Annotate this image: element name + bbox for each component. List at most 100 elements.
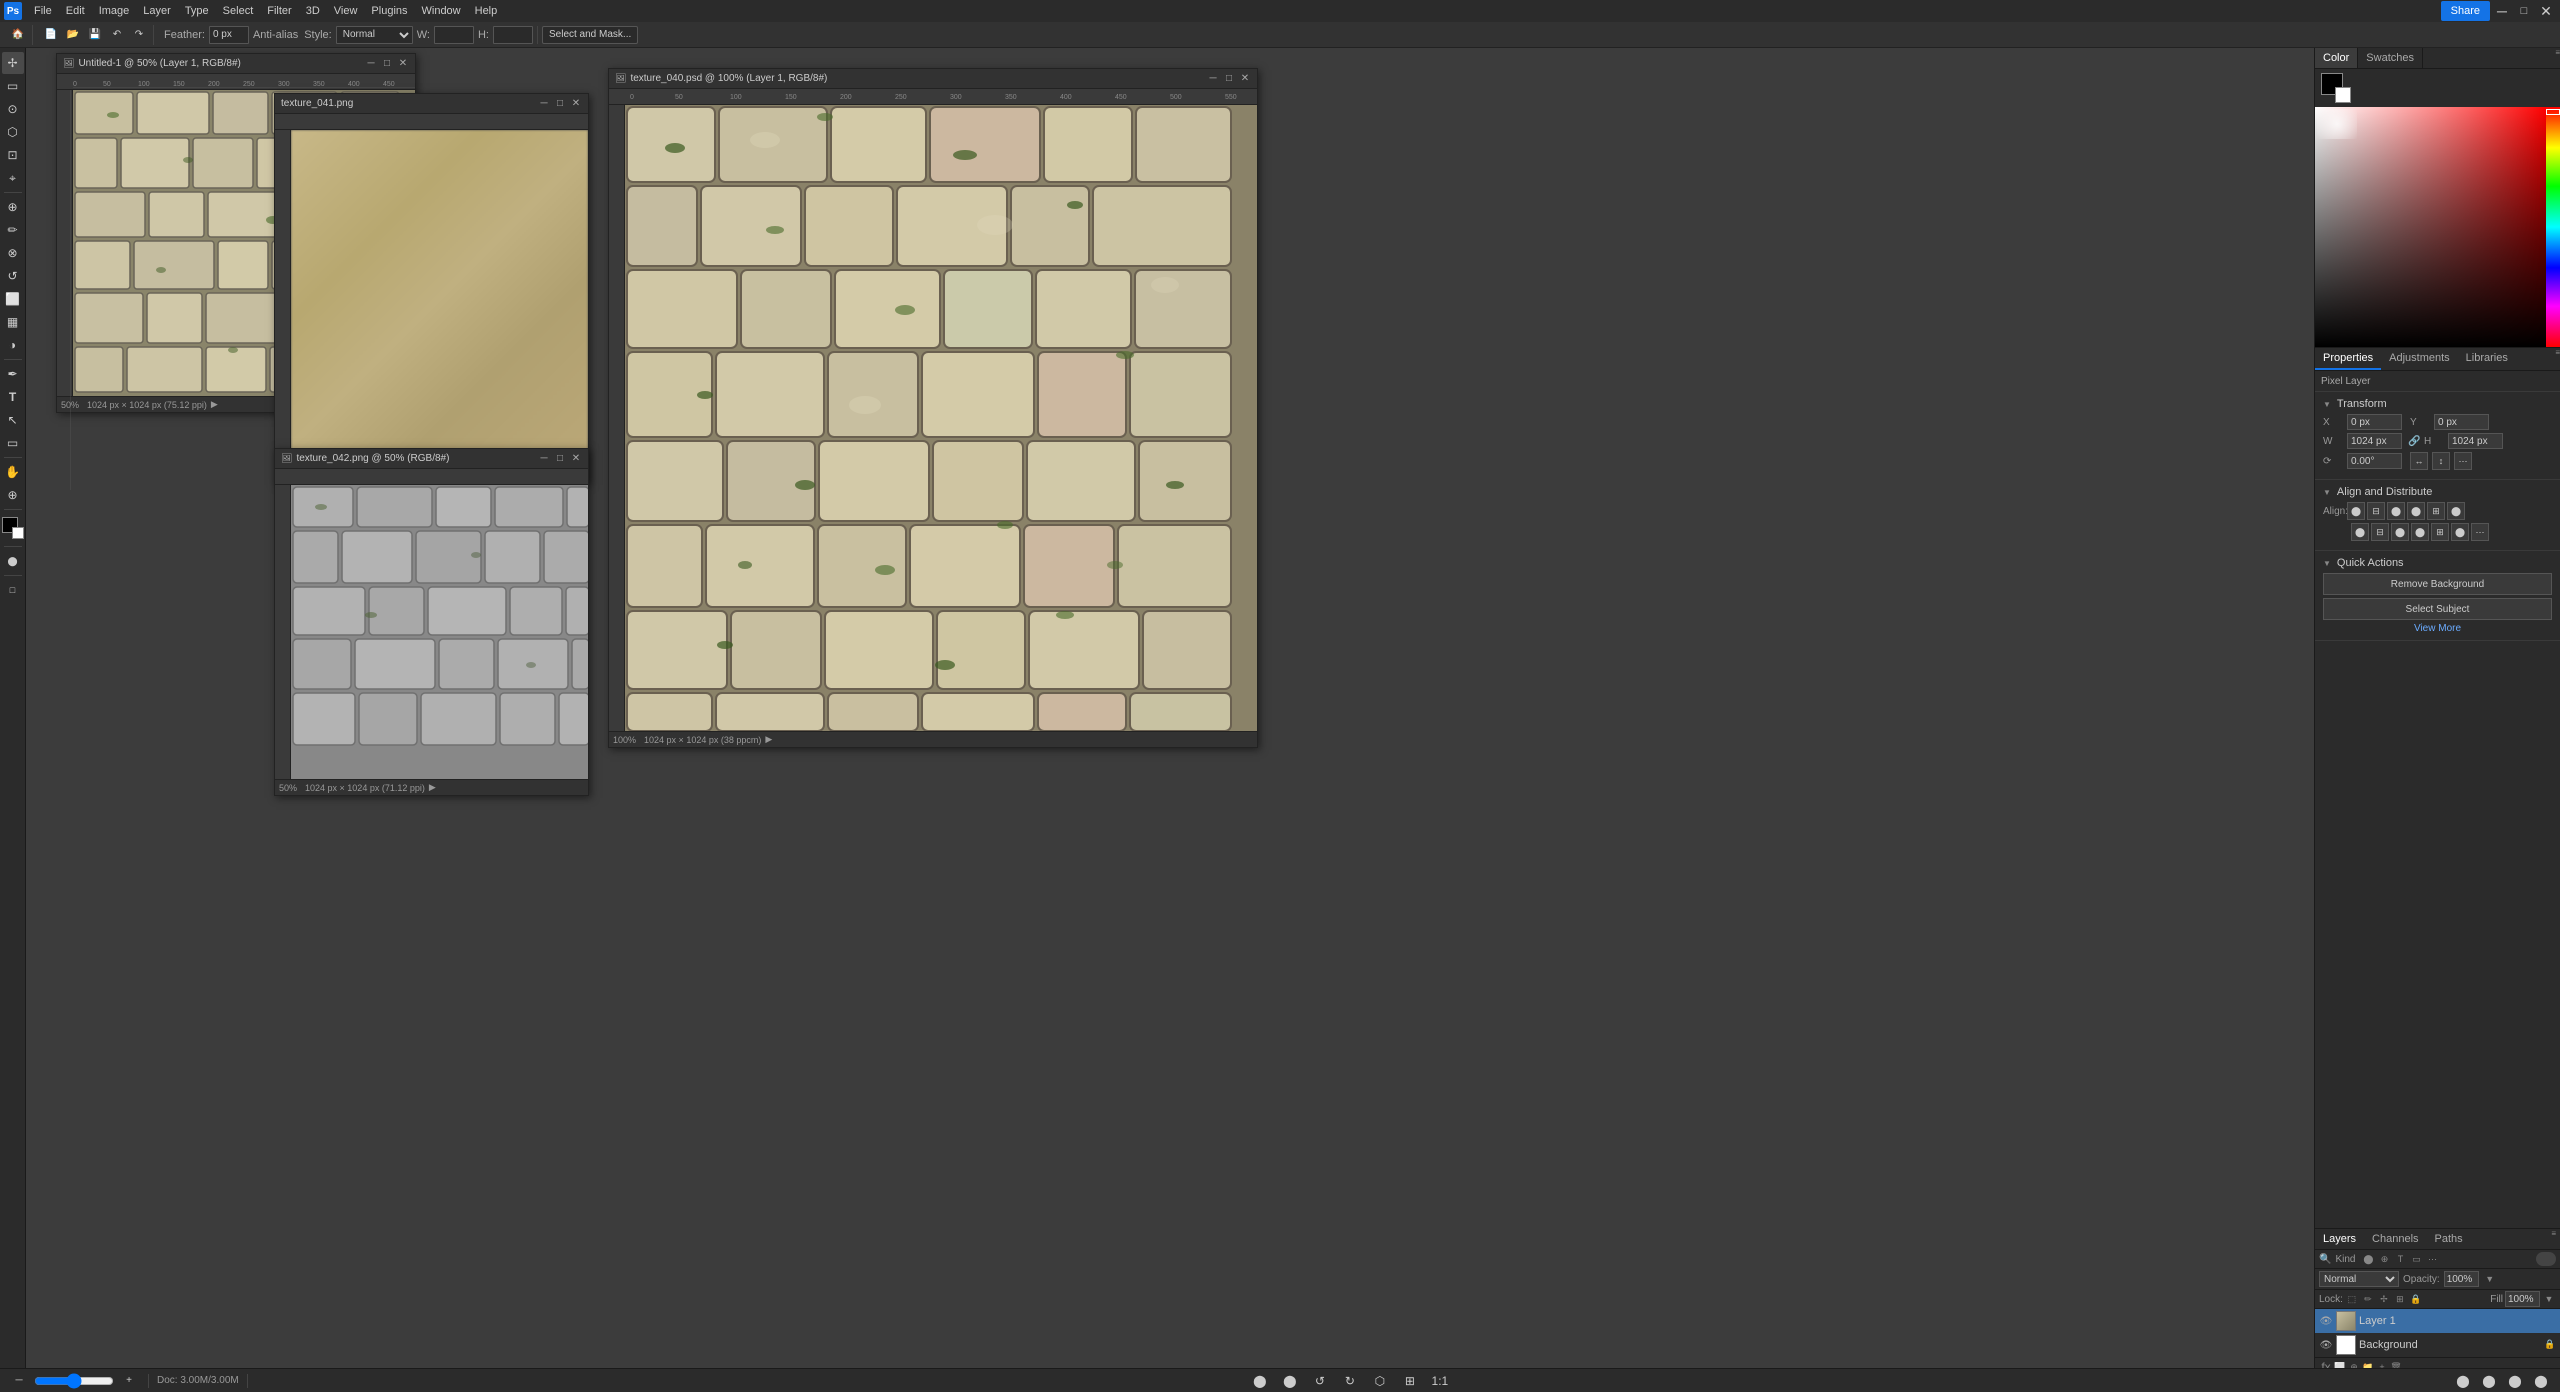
object-select-tool[interactable]: ⬡ [2, 121, 24, 143]
toolbar-new-button[interactable]: 📄 [41, 25, 61, 45]
align-top-button[interactable]: ⬤ [2407, 502, 2425, 520]
doc2-minimize[interactable]: ─ [538, 98, 550, 110]
dist-left-button[interactable]: ⬤ [2351, 523, 2369, 541]
status-fullscreen-button[interactable]: ⬤ [2530, 1370, 2552, 1392]
doc3-minimize[interactable]: ─ [538, 453, 550, 465]
doc1-close[interactable]: ✕ [397, 58, 409, 70]
doc3-close[interactable]: ✕ [570, 453, 582, 465]
filter-adjustment-button[interactable]: ⊕ [2377, 1252, 2391, 1266]
doc4-arrow[interactable]: ▶ [765, 734, 772, 745]
menu-select[interactable]: Select [217, 3, 260, 19]
background-swatch[interactable] [2335, 87, 2351, 103]
share-button[interactable]: Share [2441, 1, 2490, 21]
menu-view[interactable]: View [328, 3, 364, 19]
toolbar-undo-button[interactable]: ↶ [107, 25, 127, 45]
style-select[interactable]: Normal Fixed Ratio Fixed Size [336, 26, 413, 44]
align-center-v-button[interactable]: ⊞ [2427, 502, 2445, 520]
crop-tool[interactable]: ⊡ [2, 144, 24, 166]
libraries-tab[interactable]: Libraries [2458, 348, 2516, 370]
paths-tab[interactable]: Paths [2427, 1229, 2471, 1249]
status-100-button[interactable]: 1:1 [1429, 1370, 1451, 1392]
feather-input[interactable] [209, 26, 249, 44]
zoom-slider[interactable] [34, 1376, 114, 1386]
pen-tool[interactable]: ✒ [2, 363, 24, 385]
dist-bottom-button[interactable]: ⬤ [2451, 523, 2469, 541]
quick-mask-tool[interactable]: ⬤ [2, 550, 24, 572]
layer-filter-toggle[interactable] [2536, 1252, 2556, 1266]
menu-image[interactable]: Image [93, 3, 136, 19]
layer-item-background[interactable]: 👁 Background 🔒 [2315, 1333, 2560, 1357]
path-select-tool[interactable]: ↖ [2, 409, 24, 431]
align-bottom-button[interactable]: ⬤ [2447, 502, 2465, 520]
opacity-input[interactable] [2444, 1271, 2479, 1287]
blend-mode-select[interactable]: Normal Multiply Screen Overlay [2319, 1271, 2399, 1287]
menu-edit[interactable]: Edit [60, 3, 91, 19]
heal-tool[interactable]: ⊕ [2, 196, 24, 218]
status-fill-button[interactable]: ⊞ [1399, 1370, 1421, 1392]
dist-center-h-button[interactable]: ⊟ [2371, 523, 2389, 541]
doc2-titlebar[interactable]: texture_041.png ─ □ ✕ [275, 94, 588, 114]
doc2-maximize[interactable]: □ [554, 98, 566, 110]
view-more-link[interactable]: View More [2323, 623, 2552, 634]
lasso-tool[interactable]: ⊙ [2, 98, 24, 120]
background-visibility[interactable]: 👁 [2319, 1338, 2333, 1352]
transform-arrow[interactable]: ▼ [2323, 400, 2331, 409]
eraser-tool[interactable]: ⬜ [2, 288, 24, 310]
toolbar-home-button[interactable]: 🏠 [8, 25, 28, 45]
lock-transparent-button[interactable]: ⬚ [2345, 1292, 2359, 1306]
doc4-close[interactable]: ✕ [1239, 73, 1251, 85]
doc1-arrow[interactable]: ▶ [211, 399, 218, 410]
lock-artboard-button[interactable]: ⊞ [2393, 1292, 2407, 1306]
flip-h-button[interactable]: ↔ [2410, 452, 2428, 470]
status-zoom-in[interactable]: + [118, 1370, 140, 1392]
layer-1-visibility[interactable]: 👁 [2319, 1314, 2333, 1328]
opacity-chevron[interactable]: ▼ [2483, 1272, 2497, 1286]
toolbar-redo-button[interactable]: ↷ [129, 25, 149, 45]
selection-tool[interactable]: ▭ [2, 75, 24, 97]
status-extras-button[interactable]: ⬤ [2452, 1370, 2474, 1392]
doc1-maximize[interactable]: □ [381, 58, 393, 70]
status-fit-button[interactable]: ⬡ [1369, 1370, 1391, 1392]
menu-type[interactable]: Type [179, 3, 215, 19]
minimize-app-button[interactable]: ─ [2492, 1, 2512, 21]
zoom-tool[interactable]: ⊕ [2, 484, 24, 506]
height-input[interactable] [493, 26, 533, 44]
select-mask-button[interactable]: Select and Mask... [542, 26, 638, 44]
status-zoom-out[interactable]: ─ [8, 1370, 30, 1392]
menu-file[interactable]: File [28, 3, 58, 19]
lock-all-button[interactable]: 🔒 [2409, 1292, 2423, 1306]
dodge-tool[interactable]: ◑ [2, 334, 24, 356]
doc1-minimize[interactable]: ─ [365, 58, 377, 70]
fill-input[interactable] [2505, 1291, 2540, 1307]
status-rotate-left-button[interactable]: ↺ [1309, 1370, 1331, 1392]
brush-tool[interactable]: ✏ [2, 219, 24, 241]
status-next-button[interactable]: ⬤ [1279, 1370, 1301, 1392]
filter-type-button[interactable]: T [2393, 1252, 2407, 1266]
doc3-maximize[interactable]: □ [554, 453, 566, 465]
doc1-titlebar[interactable]: 🖼 Untitled-1 @ 50% (Layer 1, RGB/8#) ─ □… [57, 54, 415, 74]
toolbar-open-button[interactable]: 📂 [63, 25, 83, 45]
close-app-button[interactable]: ✕ [2536, 1, 2556, 21]
doc4-titlebar[interactable]: 🖼 texture_040.psd @ 100% (Layer 1, RGB/8… [609, 69, 1257, 89]
filter-pixel-button[interactable]: ⬤ [2361, 1252, 2375, 1266]
status-arrange-button[interactable]: ⬤ [2478, 1370, 2500, 1392]
dist-top-button[interactable]: ⬤ [2411, 523, 2429, 541]
quick-actions-arrow[interactable]: ▼ [2323, 559, 2331, 568]
dist-center-v-button[interactable]: ⊞ [2431, 523, 2449, 541]
link-icon[interactable]: 🔗 [2408, 436, 2418, 446]
rotation-input[interactable] [2347, 453, 2402, 469]
status-prev-button[interactable]: ⬤ [1249, 1370, 1271, 1392]
align-arrow[interactable]: ▼ [2323, 488, 2331, 497]
adjustments-tab[interactable]: Adjustments [2381, 348, 2458, 370]
more-transform-button[interactable]: ⋯ [2454, 452, 2472, 470]
type-tool[interactable]: T [2, 386, 24, 408]
flip-v-button[interactable]: ↕ [2432, 452, 2450, 470]
menu-filter[interactable]: Filter [261, 3, 297, 19]
dist-right-button[interactable]: ⬤ [2391, 523, 2409, 541]
lock-pixels-button[interactable]: ✏ [2361, 1292, 2375, 1306]
menu-help[interactable]: Help [469, 3, 504, 19]
layer-item-1[interactable]: 👁 Layer 1 [2315, 1309, 2560, 1333]
toolbar-save-button[interactable]: 💾 [85, 25, 105, 45]
channels-tab[interactable]: Channels [2364, 1229, 2426, 1249]
color-gradient-picker[interactable] [2315, 107, 2546, 347]
